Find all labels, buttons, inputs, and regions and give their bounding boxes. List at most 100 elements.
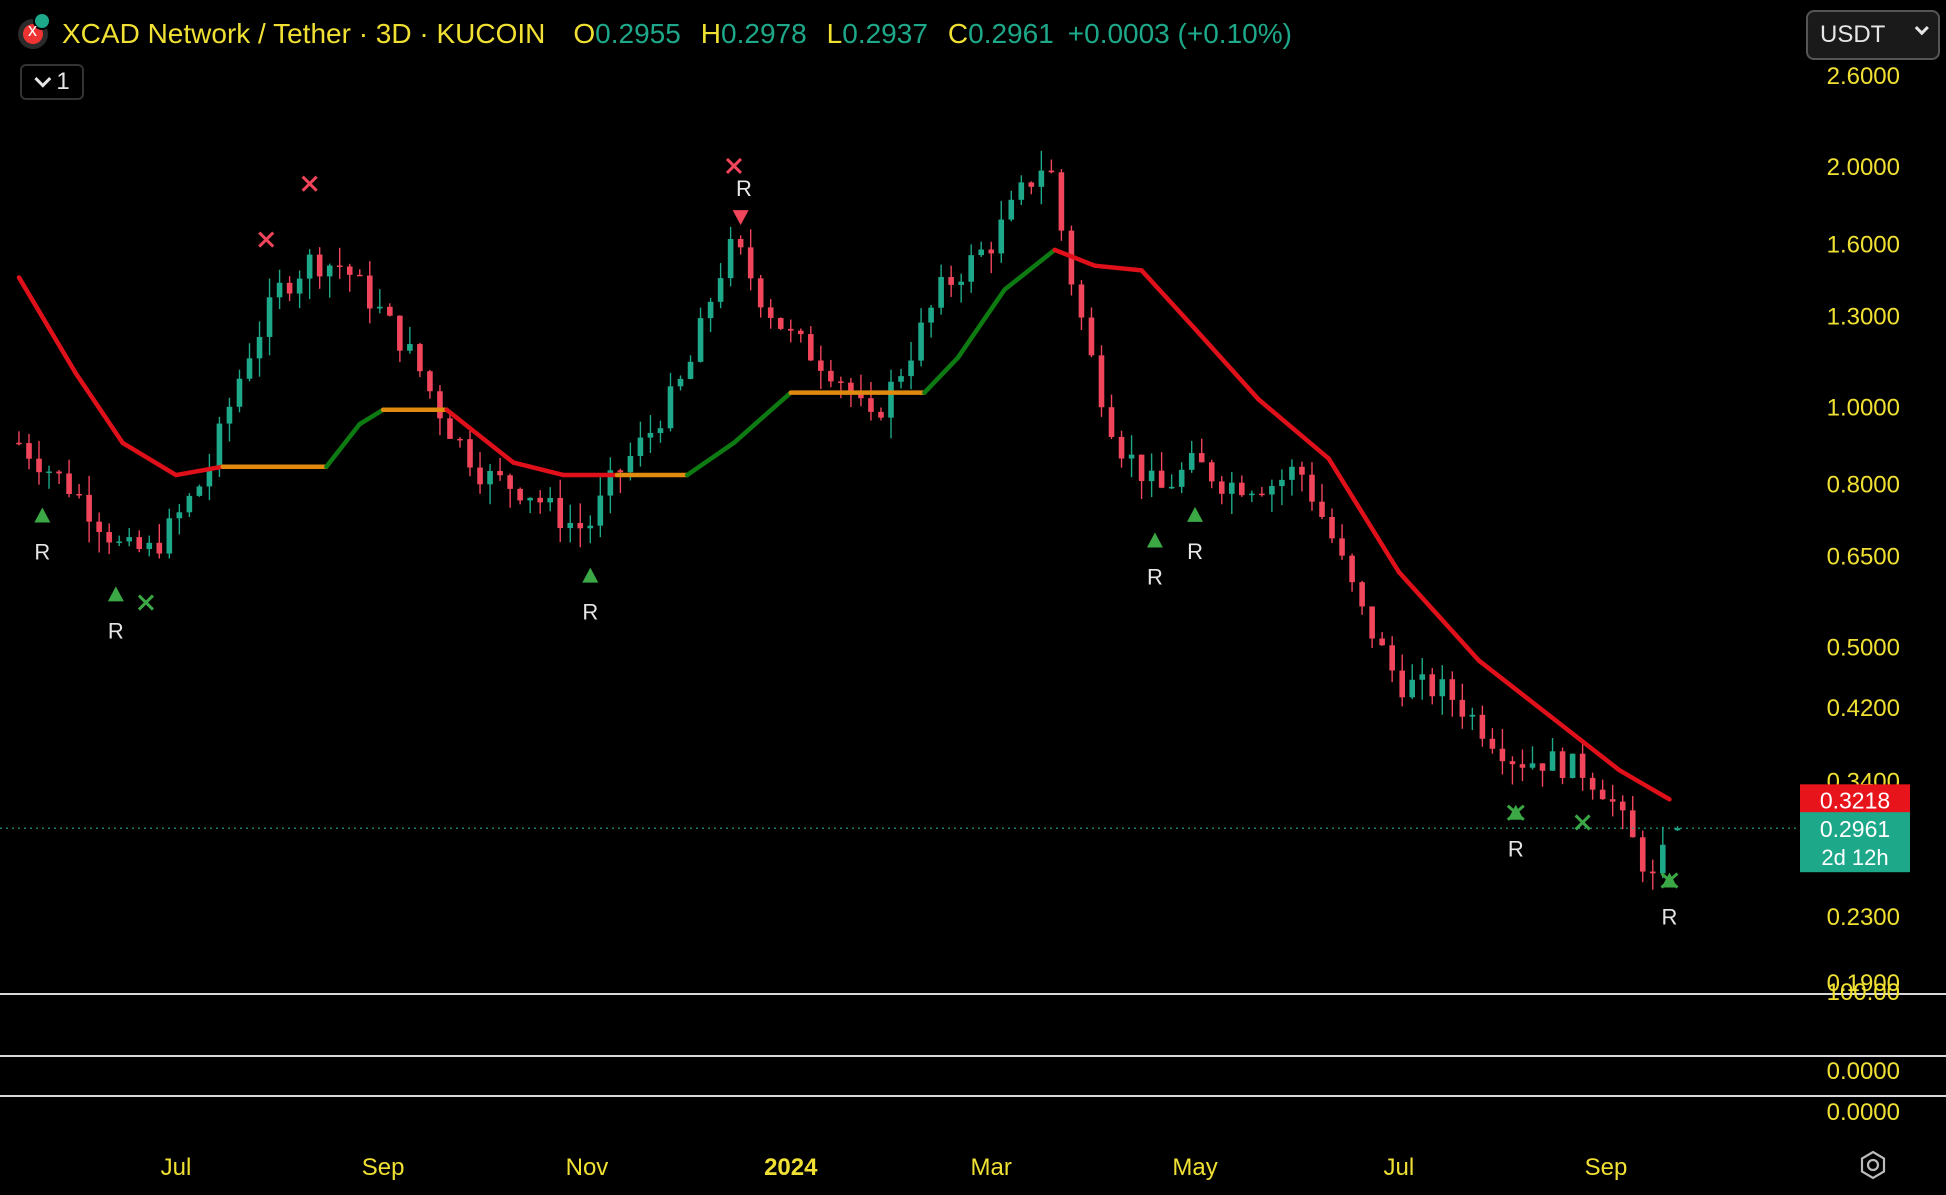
candle[interactable] (677, 378, 684, 387)
candle[interactable] (797, 330, 804, 335)
candle[interactable] (1569, 753, 1576, 778)
candle[interactable] (427, 371, 433, 392)
symbol-title[interactable]: XCAD Network / Tether · 3D · KUCOIN (62, 18, 545, 50)
candle[interactable] (567, 522, 574, 529)
candle[interactable] (747, 247, 754, 279)
candle[interactable] (908, 360, 914, 377)
candle[interactable] (828, 370, 834, 382)
candle[interactable] (757, 278, 764, 308)
candle[interactable] (156, 542, 163, 554)
candle[interactable] (26, 443, 32, 459)
candle[interactable] (547, 497, 554, 503)
candle[interactable] (1329, 516, 1335, 539)
candle[interactable] (1158, 470, 1165, 488)
candle[interactable] (467, 439, 473, 468)
candle[interactable] (1539, 763, 1546, 771)
candle[interactable] (527, 497, 533, 501)
candle[interactable] (306, 254, 313, 279)
candle[interactable] (447, 418, 453, 439)
candle[interactable] (126, 537, 133, 542)
collapse-indicators-button[interactable]: 1 (20, 64, 84, 100)
candle[interactable] (938, 277, 944, 308)
candle[interactable] (777, 317, 784, 329)
candle[interactable] (707, 301, 714, 319)
candle[interactable] (1098, 355, 1105, 408)
candle[interactable] (146, 542, 153, 550)
candle[interactable] (898, 376, 904, 382)
candle[interactable] (818, 360, 824, 371)
candle[interactable] (737, 239, 744, 248)
candle[interactable] (1289, 466, 1295, 480)
candle[interactable] (397, 315, 403, 351)
candle[interactable] (1339, 538, 1345, 556)
candle[interactable] (166, 518, 173, 554)
candle[interactable] (1599, 789, 1606, 800)
candle[interactable] (1188, 453, 1195, 470)
candle[interactable] (366, 275, 373, 309)
candle[interactable] (417, 344, 423, 372)
currency-select[interactable]: USDT (1806, 10, 1940, 60)
candle[interactable] (1639, 837, 1646, 872)
candle[interactable] (1249, 493, 1255, 496)
candle[interactable] (1579, 753, 1586, 778)
candle[interactable] (1058, 172, 1065, 231)
candle[interactable] (1078, 284, 1085, 318)
price-chart[interactable]: 2.6000 2.0000 1.6000 1.3000 1.0000 0.8000 0.65… (0, 0, 1946, 1190)
candle[interactable] (838, 381, 844, 383)
candle[interactable] (577, 522, 584, 529)
candle[interactable] (1148, 470, 1155, 482)
candle[interactable] (557, 497, 564, 529)
candle[interactable] (637, 437, 644, 456)
candle[interactable] (1218, 481, 1225, 494)
candle[interactable] (1028, 182, 1035, 187)
candle[interactable] (1529, 763, 1536, 768)
candle[interactable] (1088, 317, 1095, 356)
candle[interactable] (1138, 454, 1145, 482)
candle[interactable] (1178, 469, 1185, 487)
candle[interactable] (808, 334, 814, 361)
candle[interactable] (1659, 844, 1666, 874)
candle[interactable] (727, 239, 734, 279)
candle[interactable] (1519, 764, 1526, 768)
candle[interactable] (497, 470, 503, 476)
candle[interactable] (296, 278, 303, 294)
candle[interactable] (1038, 170, 1045, 187)
candle[interactable] (236, 378, 243, 407)
candle[interactable] (1629, 810, 1636, 838)
candle[interactable] (1359, 582, 1365, 607)
candle[interactable] (176, 512, 183, 519)
candle[interactable] (1379, 638, 1385, 646)
candle[interactable] (968, 255, 974, 282)
candle[interactable] (116, 541, 123, 543)
candle[interactable] (918, 322, 924, 361)
candle[interactable] (136, 537, 143, 550)
candle[interactable] (697, 318, 704, 362)
candle[interactable] (1509, 761, 1516, 765)
candle[interactable] (1469, 714, 1476, 717)
candle[interactable] (1349, 555, 1355, 583)
candle[interactable] (1499, 748, 1506, 762)
candle[interactable] (958, 281, 964, 285)
candle[interactable] (196, 486, 203, 496)
candle[interactable] (346, 266, 353, 275)
candle[interactable] (66, 473, 72, 494)
candle[interactable] (336, 265, 343, 267)
candle[interactable] (717, 278, 724, 302)
candle[interactable] (1198, 453, 1205, 463)
candle[interactable] (1018, 182, 1025, 200)
candle[interactable] (226, 406, 233, 424)
candle[interactable] (16, 442, 22, 445)
candle[interactable] (276, 282, 283, 298)
candle[interactable] (356, 274, 363, 277)
candle[interactable] (1559, 751, 1566, 778)
candle[interactable] (106, 532, 112, 543)
candle[interactable] (1208, 462, 1215, 482)
candle[interactable] (246, 358, 253, 379)
candle[interactable] (487, 470, 493, 485)
candle[interactable] (617, 470, 624, 473)
candle[interactable] (998, 219, 1005, 254)
candle[interactable] (687, 361, 694, 379)
candle[interactable] (1549, 751, 1556, 771)
candle[interactable] (517, 488, 523, 501)
candle[interactable] (868, 398, 874, 412)
